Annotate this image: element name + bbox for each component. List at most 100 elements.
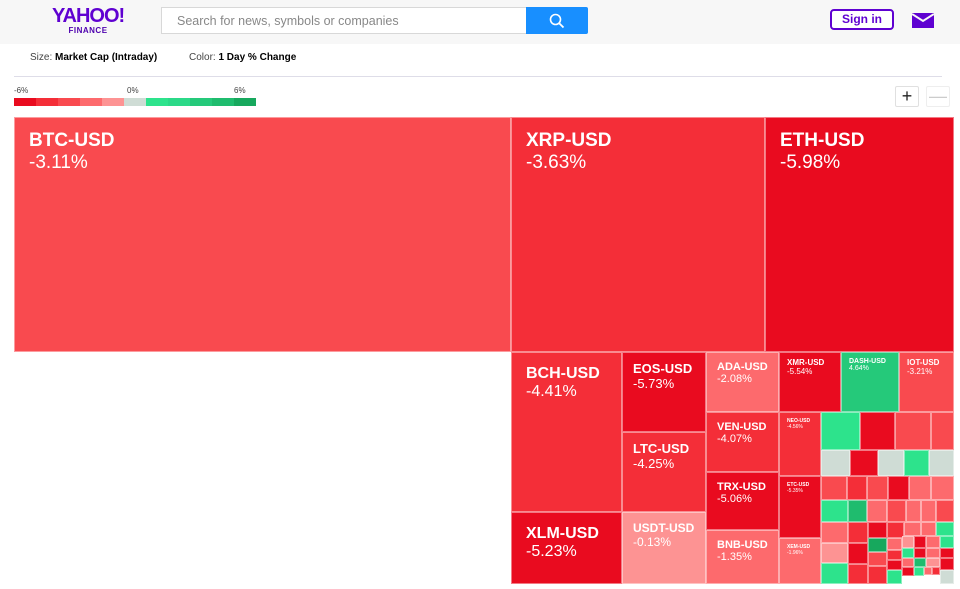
treemap-tile-xrp-usd[interactable]: XRP-USD -3.63% [511,117,765,352]
zoom-in-button[interactable]: + [895,86,919,107]
treemap-tile-small[interactable] [848,543,868,564]
legend-swatch [190,98,212,106]
treemap-tile-small[interactable] [921,522,936,536]
treemap-tile-small[interactable] [936,500,954,522]
treemap-tile-bch-usd[interactable]: BCH-USD -4.41% [511,352,622,512]
treemap-tile-small[interactable] [887,538,902,550]
treemap-tile-small[interactable] [926,536,940,548]
treemap-tile-small[interactable] [888,476,909,500]
tile-change: -4.07% [717,433,752,445]
treemap-tile-small[interactable] [940,558,954,570]
treemap-tile-small[interactable] [904,450,929,476]
treemap-tile-small[interactable] [924,567,932,575]
treemap-tile-dash-usd[interactable]: DASH-USD 4.64% [841,352,899,412]
treemap-tile-small[interactable] [848,564,868,584]
treemap-tile-small[interactable] [940,536,954,548]
treemap-tile-small[interactable] [847,476,867,500]
treemap-tile-small[interactable] [821,476,847,500]
treemap-tile-small[interactable] [902,567,914,576]
treemap-tile-small[interactable] [878,450,904,476]
treemap-tile-small[interactable] [931,412,954,450]
treemap-tile-small[interactable] [848,500,867,522]
treemap-tile-eth-usd[interactable]: ETH-USD -5.98% [765,117,954,352]
treemap-tile-small[interactable] [821,450,850,476]
treemap-tile-small[interactable] [921,500,936,522]
treemap-tile-small[interactable] [926,548,940,558]
treemap-tile-iot-usd[interactable]: IOT-USD -3.21% [899,352,954,412]
treemap-tile-small[interactable] [940,548,954,558]
tile-symbol: BCH-USD [526,365,600,382]
treemap-tile-small[interactable] [906,500,921,522]
treemap-tile-small[interactable] [932,567,940,575]
mail-icon[interactable] [912,13,934,28]
treemap-tile-small[interactable] [914,558,926,567]
treemap-tile-small[interactable] [909,476,931,500]
size-filter[interactable]: Size: Market Cap (Intraday) [30,52,157,63]
treemap-tile-small[interactable] [895,412,931,450]
tile-change: -5.23% [526,543,577,560]
treemap-tile-neo-usd[interactable]: NEO-USD -4.56% [779,412,821,476]
tile-change: -5.35% [787,488,803,494]
treemap-tile-xem-usd[interactable]: XEM-USD -1.96% [779,538,821,584]
treemap-tile-bnb-usd[interactable]: BNB-USD -1.35% [706,530,779,584]
crypto-treemap: BTC-USD -3.11% XRP-USD -3.63% ETH-USD -5.98% B… [14,117,954,584]
treemap-tile-small[interactable] [850,450,878,476]
yahoo-finance-logo[interactable]: YAHOO! FINANCE [52,6,125,36]
treemap-tile-ltc-usd[interactable]: LTC-USD -4.25% [622,432,706,512]
zoom-out-button[interactable]: — [926,86,950,107]
treemap-tile-xmr-usd[interactable]: XMR-USD -5.54% [779,352,841,412]
treemap-tile-small[interactable] [914,548,926,558]
treemap-tile-small[interactable] [929,450,954,476]
treemap-tile-small[interactable] [868,566,887,584]
legend-swatch [124,98,146,106]
treemap-tile-ven-usd[interactable]: VEN-USD -4.07% [706,412,779,472]
treemap-tile-small[interactable] [902,548,914,558]
tile-change: -4.41% [526,383,577,400]
legend-swatch [80,98,102,106]
treemap-tile-small[interactable] [868,538,887,552]
treemap-tile-small[interactable] [902,558,914,567]
treemap-tile-etc-usd[interactable]: ETC-USD -5.35% [779,476,821,538]
tile-symbol: ETH-USD [780,130,865,151]
treemap-tile-small[interactable] [940,570,954,584]
treemap-tile-small[interactable] [887,560,902,570]
treemap-tile-small[interactable] [868,552,887,566]
treemap-tile-small[interactable] [887,500,906,522]
search-button[interactable] [526,7,588,34]
treemap-tile-trx-usd[interactable]: TRX-USD -5.06% [706,472,779,530]
treemap-tile-small[interactable] [860,412,895,450]
legend-swatch [102,98,124,106]
tile-change: -5.73% [633,376,675,391]
treemap-tile-small[interactable] [867,500,887,522]
treemap-tile-small[interactable] [821,412,860,450]
treemap-tile-usdt-usd[interactable]: USDT-USD -0.13% [622,512,706,584]
color-filter[interactable]: Color: 1 Day % Change [189,52,296,63]
treemap-tile-small[interactable] [821,563,848,584]
treemap-tile-small[interactable] [887,550,902,560]
treemap-tile-small[interactable] [936,522,954,536]
treemap-tile-small[interactable] [887,570,902,584]
treemap-tile-eos-usd[interactable]: EOS-USD -5.73% [622,352,706,432]
treemap-tile-small[interactable] [821,500,848,522]
treemap-tile-small[interactable] [926,558,940,567]
treemap-tile-small[interactable] [821,522,848,543]
treemap-tile-ada-usd[interactable]: ADA-USD -2.08% [706,352,779,412]
treemap-tile-small[interactable] [902,536,914,548]
treemap-tile-small[interactable] [868,522,887,538]
tile-change: 4.64% [849,365,869,372]
sign-in-button[interactable]: Sign in [830,9,894,30]
treemap-tile-small[interactable] [821,543,848,563]
search-input[interactable]: Search for news, symbols or companies [161,7,527,34]
tile-symbol: USDT-USD [633,521,695,535]
treemap-tile-small[interactable] [848,522,868,543]
treemap-tile-small[interactable] [867,476,888,500]
treemap-tile-btc-usd[interactable]: BTC-USD -3.11% [14,117,511,352]
treemap-tile-small[interactable] [914,536,926,548]
tile-symbol: BTC-USD [29,130,115,151]
treemap-tile-xlm-usd[interactable]: XLM-USD -5.23% [511,512,622,584]
tile-change: -3.11% [29,152,88,173]
legend-swatch [58,98,80,106]
treemap-tile-small[interactable] [931,476,954,500]
treemap-tile-small[interactable] [904,522,921,536]
treemap-tile-small[interactable] [914,567,924,576]
